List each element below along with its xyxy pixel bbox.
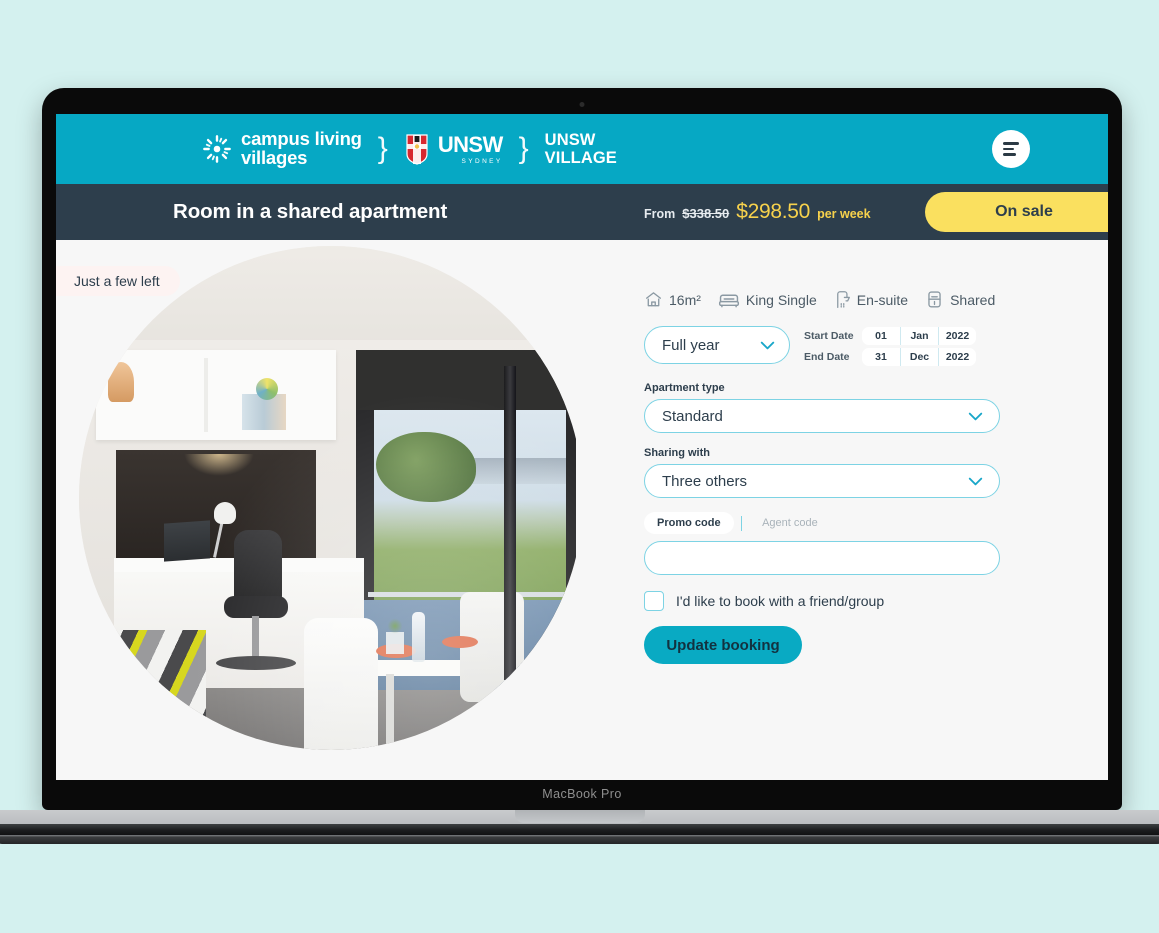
unsw-wordmark: UNSW SYDNEY [437, 131, 503, 165]
end-date-row[interactable]: End Date 31 Dec 2022 [804, 348, 976, 366]
tab-promo-code[interactable]: Promo code [644, 512, 734, 534]
unsw-sydney-text: SYDNEY [461, 157, 503, 165]
code-tabs: Promo code Agent code [644, 512, 1000, 534]
end-year: 2022 [938, 348, 976, 366]
amenity-shared-label: Shared [950, 291, 996, 308]
price-current: $298.50 [736, 200, 811, 223]
amenity-size-label: 16m² [669, 291, 701, 308]
shared-bathroom-icon [928, 291, 941, 308]
sharing-with-select[interactable]: Three others [644, 464, 1000, 498]
end-date-label: End Date [804, 351, 850, 363]
book-with-friend-checkbox[interactable] [644, 591, 664, 611]
chevron-down-icon [968, 477, 983, 485]
book-with-friend-label: I'd like to book with a friend/group [676, 593, 885, 609]
price-original: $338.50 [682, 206, 730, 221]
starburst-icon [203, 135, 231, 163]
amenity-list: 16m² King Single En-suite Shared [644, 290, 1000, 309]
apartment-type-select[interactable]: Standard [644, 399, 1000, 433]
amenity-bathroom: En-suite [834, 290, 908, 309]
menu-line-3 [1003, 153, 1016, 156]
term-select-value: Full year [662, 336, 720, 354]
tab-agent-code[interactable]: Agent code [749, 512, 831, 534]
amenity-bed-label: King Single [745, 291, 817, 308]
brand-lockup: campus living villages } UNSW SYDNEY} U… [202, 129, 617, 168]
page-title: Room in a shared apartment [173, 200, 448, 223]
browser-screen: campus living villages } UNSW SYDNEY} U… [56, 114, 1108, 780]
term-select[interactable]: Full year [644, 326, 790, 364]
end-day: 31 [875, 351, 887, 363]
term-and-dates: Full year Start Date 01 Jan 2022 End Dat… [644, 326, 1000, 366]
brand-line-2: villages [241, 147, 308, 168]
brace-divider-icon-2: } [518, 132, 529, 165]
device-model-label: MacBook Pro [542, 787, 622, 801]
availability-badge-label: Just a few left [74, 273, 160, 289]
brace-divider-icon: } [377, 132, 388, 165]
book-with-friend-row[interactable]: I'd like to book with a friend/group [644, 591, 1000, 611]
campus-living-villages-logo[interactable]: campus living villages [202, 129, 362, 168]
hamburger-menu-icon[interactable] [992, 130, 1030, 168]
bed-icon [718, 294, 739, 308]
property-line-1: UNSW [544, 130, 596, 149]
start-date-label: Start Date [804, 330, 854, 342]
start-date-cells: 01 Jan 2022 [862, 327, 976, 345]
amenity-bathroom-label: En-suite [856, 291, 909, 308]
apartment-type-value: Standard [662, 407, 723, 425]
site-header: campus living villages } UNSW SYDNEY} U… [56, 114, 1108, 184]
laptop-device-frame: MacBook Pro campus living villages} UNS… [42, 88, 1122, 810]
amenity-size: 16m² [644, 290, 701, 309]
chevron-down-icon [760, 341, 775, 349]
menu-line-1 [1003, 142, 1019, 145]
amenity-shared: Shared [925, 290, 995, 309]
booking-form: 16m² King Single En-suite Shared Full ye… [644, 290, 1000, 664]
room-header-bar: Room in a shared apartment From $338.50 … [56, 184, 1108, 240]
end-month: Dec [900, 348, 938, 366]
start-month: Jan [900, 327, 938, 345]
property-name: UNSW VILLAGE [545, 131, 617, 168]
amenity-bed: King Single [718, 290, 817, 309]
property-line-2: VILLAGE [544, 149, 617, 167]
room-photo-container: Just a few left [56, 240, 576, 780]
apartment-type-label: Apartment type [644, 382, 725, 394]
availability-badge: Just a few left [56, 266, 180, 296]
house-icon [646, 292, 661, 307]
laptop-base-shadow [0, 824, 1159, 835]
sharing-with-value: Three others [662, 472, 748, 490]
shower-icon [836, 291, 850, 309]
webcam-icon [579, 102, 585, 107]
tab-divider [740, 515, 743, 531]
campus-living-villages-wordmark: campus living villages [241, 129, 362, 168]
sharing-with-label: Sharing with [644, 447, 710, 459]
price-period: per week [817, 207, 871, 221]
update-booking-label: Update booking [666, 636, 780, 654]
unsw-crest-icon [406, 134, 428, 165]
update-booking-button[interactable]: Update booking [644, 626, 802, 664]
sale-badge-label: On sale [995, 203, 1053, 220]
menu-line-2 [1003, 147, 1014, 151]
unsw-text: UNSW [437, 131, 503, 157]
promo-code-input[interactable] [644, 541, 1000, 575]
start-day: 01 [875, 330, 887, 342]
start-year: 2022 [938, 327, 976, 345]
price-summary: From $338.50 $298.50 per week [644, 200, 871, 224]
status-badge-on-sale: On sale [925, 192, 1108, 232]
start-date-row[interactable]: Start Date 01 Jan 2022 [804, 327, 976, 345]
date-range: Start Date 01 Jan 2022 End Date 31 Dec 2… [804, 326, 976, 366]
student-room-photo [79, 246, 576, 750]
chevron-down-icon [968, 412, 983, 420]
main-content: Just a few left 16m² King Single En-suit… [56, 240, 1108, 780]
price-prefix: From [644, 207, 676, 221]
laptop-base-notch [514, 810, 645, 823]
end-date-cells: 31 Dec 2022 [862, 348, 976, 366]
unsw-logo[interactable]: UNSW SYDNEY [404, 133, 503, 165]
